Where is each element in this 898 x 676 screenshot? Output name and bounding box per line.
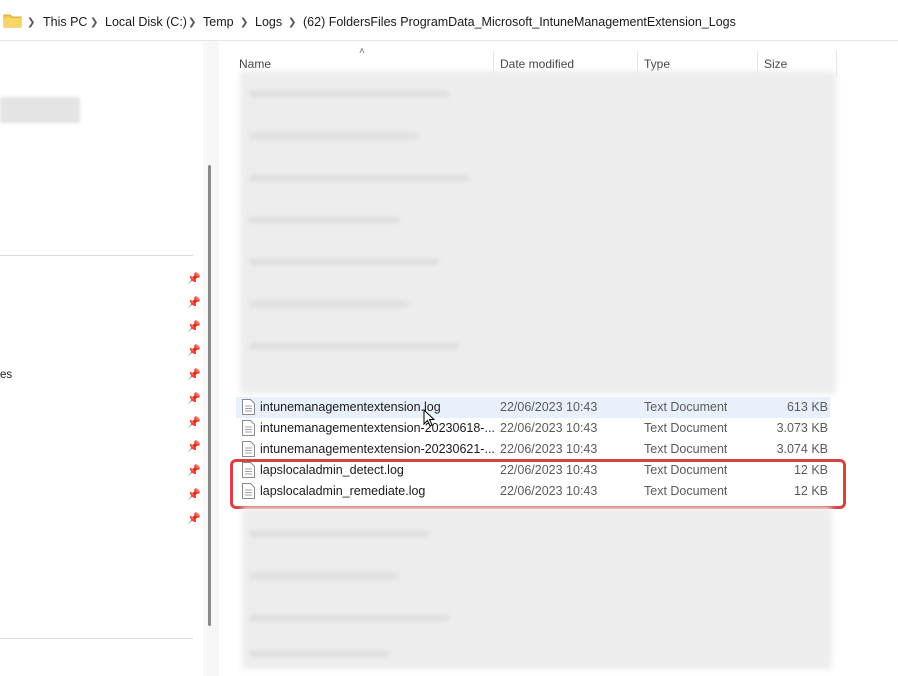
file-list: ˄ Name Date modified Type Size intuneman…: [219, 41, 898, 676]
pin-icon[interactable]: 📌: [187, 369, 201, 381]
text-file-icon: [242, 441, 255, 457]
nav-scroll-track: [203, 41, 219, 676]
blurred-line: [249, 133, 419, 139]
pin-icon[interactable]: 📌: [187, 417, 201, 429]
blurred-line: [249, 615, 449, 621]
file-size: 3.073 KB: [776, 421, 828, 435]
chevron-right-icon: ❯: [188, 17, 197, 28]
highlight-box: [230, 459, 846, 509]
blurred-line: [249, 91, 449, 97]
blurred-line: [249, 531, 429, 537]
chevron-right-icon: ❯: [288, 17, 297, 28]
file-name: intunemanagementextension-20230618-...: [260, 421, 495, 435]
folder-icon: [3, 14, 22, 28]
nav-divider: [0, 638, 193, 639]
sort-ascending-icon: ˄: [359, 46, 365, 57]
breadcrumb-local-disk[interactable]: Local Disk (C:): [105, 15, 187, 29]
file-name: intunemanagementextension-20230621-...: [260, 442, 495, 456]
mouse-cursor-icon: [423, 409, 435, 427]
pin-icon[interactable]: 📌: [187, 273, 201, 285]
file-date: 22/06/2023 10:43: [500, 400, 598, 414]
chevron-right-icon: ❯: [240, 17, 249, 28]
breadcrumb-current-folder[interactable]: (62) FoldersFiles ProgramData_Microsoft_…: [303, 15, 736, 29]
blurred-line: [249, 217, 399, 223]
nav-divider: [0, 255, 193, 256]
blurred-line: [249, 343, 459, 349]
file-date: 22/06/2023 10:43: [500, 442, 598, 456]
pin-icon[interactable]: 📌: [187, 513, 201, 525]
text-file-icon: [242, 420, 255, 436]
pin-icon[interactable]: 📌: [187, 393, 201, 405]
chevron-right-icon: ❯: [27, 17, 36, 28]
blurred-line: [249, 301, 409, 307]
blurred-line: [249, 651, 389, 657]
column-header-date[interactable]: Date modified: [500, 57, 574, 71]
column-header-type[interactable]: Type: [644, 57, 670, 71]
pin-icon[interactable]: 📌: [187, 321, 201, 333]
column-divider[interactable]: [836, 51, 837, 77]
nav-scrollbar[interactable]: [208, 165, 211, 626]
address-bar[interactable]: ❯ This PC ❯ Local Disk (C:) ❯ Temp ❯ Log…: [0, 0, 898, 41]
breadcrumb-this-pc[interactable]: This PC: [43, 15, 87, 29]
file-row[interactable]: intunemanagementextension-20230618-... 2…: [236, 418, 830, 439]
pin-icon[interactable]: 📌: [187, 297, 201, 309]
file-name: intunemanagementextension.log: [260, 400, 441, 414]
file-size: 613 KB: [786, 400, 828, 414]
pin-icon[interactable]: 📌: [187, 465, 201, 477]
pin-icon[interactable]: 📌: [187, 345, 201, 357]
file-row[interactable]: intunemanagementextension-20230621-... 2…: [236, 439, 830, 460]
file-size: 3.074 KB: [776, 442, 828, 456]
breadcrumb-temp[interactable]: Temp: [203, 15, 234, 29]
pin-icon[interactable]: 📌: [187, 441, 201, 453]
breadcrumb-logs[interactable]: Logs: [255, 15, 282, 29]
column-header-name[interactable]: Name: [239, 57, 271, 71]
file-date: 22/06/2023 10:43: [500, 421, 598, 435]
file-type: Text Document: [644, 400, 728, 414]
chevron-right-icon: ❯: [90, 17, 99, 28]
file-row[interactable]: intunemanagementextension.log 22/06/2023…: [236, 397, 830, 418]
nav-item-label[interactable]: es: [0, 369, 12, 381]
blurred-line: [249, 175, 469, 181]
file-type: Text Document: [644, 421, 728, 435]
blurred-line: [249, 573, 399, 579]
nav-item-blurred[interactable]: [0, 97, 80, 123]
navigation-pane: 📌 📌 📌 📌 📌 📌 📌 📌 📌 📌 📌 es: [0, 41, 203, 676]
pin-icon[interactable]: 📌: [187, 489, 201, 501]
blurred-line: [249, 259, 439, 265]
column-header-size[interactable]: Size: [764, 57, 787, 71]
text-file-icon: [242, 399, 255, 415]
file-type: Text Document: [644, 442, 728, 456]
